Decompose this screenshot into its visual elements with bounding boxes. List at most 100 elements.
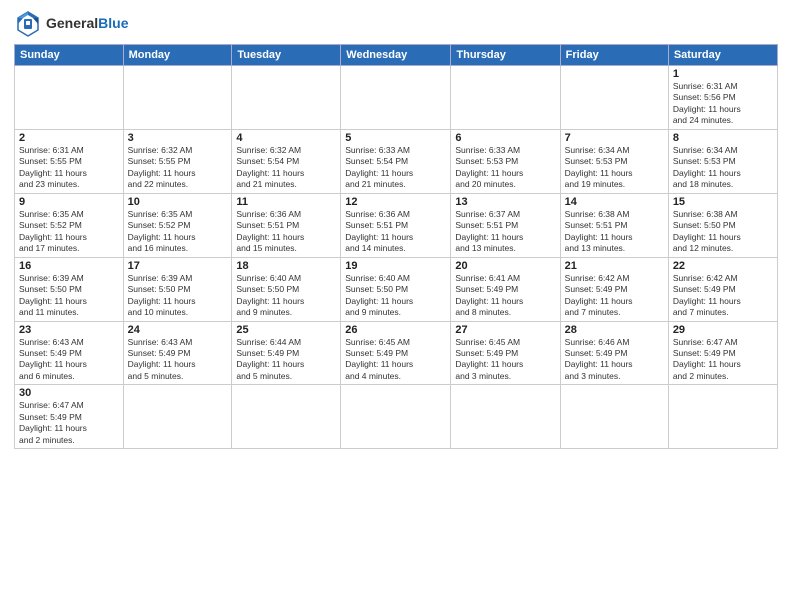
day-info: Sunrise: 6:32 AMSunset: 5:55 PMDaylight:… bbox=[128, 145, 228, 191]
day-number: 26 bbox=[345, 324, 446, 336]
table-row: 25Sunrise: 6:44 AMSunset: 5:49 PMDayligh… bbox=[232, 321, 341, 385]
day-info: Sunrise: 6:31 AMSunset: 5:56 PMDaylight:… bbox=[673, 81, 773, 127]
day-number: 13 bbox=[455, 196, 555, 208]
table-row: 15Sunrise: 6:38 AMSunset: 5:50 PMDayligh… bbox=[668, 193, 777, 257]
day-info: Sunrise: 6:46 AMSunset: 5:49 PMDaylight:… bbox=[565, 337, 664, 383]
table-row: 17Sunrise: 6:39 AMSunset: 5:50 PMDayligh… bbox=[123, 257, 232, 321]
table-row: 3Sunrise: 6:32 AMSunset: 5:55 PMDaylight… bbox=[123, 129, 232, 193]
header: GeneralBlue bbox=[14, 10, 778, 38]
logo: GeneralBlue bbox=[14, 10, 128, 38]
page: GeneralBlue Sunday Monday Tuesday Wednes… bbox=[0, 0, 792, 612]
table-row: 24Sunrise: 6:43 AMSunset: 5:49 PMDayligh… bbox=[123, 321, 232, 385]
day-info: Sunrise: 6:39 AMSunset: 5:50 PMDaylight:… bbox=[128, 273, 228, 319]
day-info: Sunrise: 6:36 AMSunset: 5:51 PMDaylight:… bbox=[345, 209, 446, 255]
day-info: Sunrise: 6:40 AMSunset: 5:50 PMDaylight:… bbox=[345, 273, 446, 319]
table-row: 26Sunrise: 6:45 AMSunset: 5:49 PMDayligh… bbox=[341, 321, 451, 385]
table-row bbox=[123, 66, 232, 130]
logo-text: GeneralBlue bbox=[46, 16, 128, 31]
day-number: 15 bbox=[673, 196, 773, 208]
table-row bbox=[668, 385, 777, 449]
day-info: Sunrise: 6:45 AMSunset: 5:49 PMDaylight:… bbox=[345, 337, 446, 383]
day-info: Sunrise: 6:37 AMSunset: 5:51 PMDaylight:… bbox=[455, 209, 555, 255]
table-row: 23Sunrise: 6:43 AMSunset: 5:49 PMDayligh… bbox=[15, 321, 124, 385]
day-number: 8 bbox=[673, 132, 773, 144]
day-info: Sunrise: 6:32 AMSunset: 5:54 PMDaylight:… bbox=[236, 145, 336, 191]
logo-icon bbox=[14, 10, 42, 38]
day-number: 5 bbox=[345, 132, 446, 144]
col-tuesday: Tuesday bbox=[232, 45, 341, 66]
day-info: Sunrise: 6:40 AMSunset: 5:50 PMDaylight:… bbox=[236, 273, 336, 319]
day-number: 10 bbox=[128, 196, 228, 208]
table-row: 12Sunrise: 6:36 AMSunset: 5:51 PMDayligh… bbox=[341, 193, 451, 257]
table-row bbox=[232, 385, 341, 449]
table-row bbox=[560, 385, 668, 449]
day-info: Sunrise: 6:35 AMSunset: 5:52 PMDaylight:… bbox=[128, 209, 228, 255]
col-wednesday: Wednesday bbox=[341, 45, 451, 66]
table-row: 19Sunrise: 6:40 AMSunset: 5:50 PMDayligh… bbox=[341, 257, 451, 321]
table-row bbox=[451, 66, 560, 130]
table-row bbox=[451, 385, 560, 449]
day-info: Sunrise: 6:38 AMSunset: 5:51 PMDaylight:… bbox=[565, 209, 664, 255]
day-info: Sunrise: 6:43 AMSunset: 5:49 PMDaylight:… bbox=[19, 337, 119, 383]
table-row bbox=[341, 66, 451, 130]
calendar-header-row: Sunday Monday Tuesday Wednesday Thursday… bbox=[15, 45, 778, 66]
day-number: 22 bbox=[673, 260, 773, 272]
table-row: 14Sunrise: 6:38 AMSunset: 5:51 PMDayligh… bbox=[560, 193, 668, 257]
table-row: 16Sunrise: 6:39 AMSunset: 5:50 PMDayligh… bbox=[15, 257, 124, 321]
day-number: 18 bbox=[236, 260, 336, 272]
table-row: 11Sunrise: 6:36 AMSunset: 5:51 PMDayligh… bbox=[232, 193, 341, 257]
day-number: 9 bbox=[19, 196, 119, 208]
table-row: 20Sunrise: 6:41 AMSunset: 5:49 PMDayligh… bbox=[451, 257, 560, 321]
day-info: Sunrise: 6:42 AMSunset: 5:49 PMDaylight:… bbox=[673, 273, 773, 319]
calendar-week-row: 16Sunrise: 6:39 AMSunset: 5:50 PMDayligh… bbox=[15, 257, 778, 321]
day-info: Sunrise: 6:33 AMSunset: 5:53 PMDaylight:… bbox=[455, 145, 555, 191]
day-number: 25 bbox=[236, 324, 336, 336]
day-info: Sunrise: 6:39 AMSunset: 5:50 PMDaylight:… bbox=[19, 273, 119, 319]
table-row bbox=[560, 66, 668, 130]
day-number: 2 bbox=[19, 132, 119, 144]
table-row: 21Sunrise: 6:42 AMSunset: 5:49 PMDayligh… bbox=[560, 257, 668, 321]
day-number: 30 bbox=[19, 387, 119, 399]
day-info: Sunrise: 6:34 AMSunset: 5:53 PMDaylight:… bbox=[565, 145, 664, 191]
table-row: 9Sunrise: 6:35 AMSunset: 5:52 PMDaylight… bbox=[15, 193, 124, 257]
day-number: 1 bbox=[673, 68, 773, 80]
day-info: Sunrise: 6:34 AMSunset: 5:53 PMDaylight:… bbox=[673, 145, 773, 191]
day-number: 4 bbox=[236, 132, 336, 144]
day-number: 23 bbox=[19, 324, 119, 336]
table-row: 2Sunrise: 6:31 AMSunset: 5:55 PMDaylight… bbox=[15, 129, 124, 193]
day-number: 19 bbox=[345, 260, 446, 272]
day-number: 17 bbox=[128, 260, 228, 272]
table-row: 4Sunrise: 6:32 AMSunset: 5:54 PMDaylight… bbox=[232, 129, 341, 193]
day-number: 29 bbox=[673, 324, 773, 336]
day-number: 16 bbox=[19, 260, 119, 272]
day-number: 24 bbox=[128, 324, 228, 336]
calendar-week-row: 2Sunrise: 6:31 AMSunset: 5:55 PMDaylight… bbox=[15, 129, 778, 193]
table-row: 29Sunrise: 6:47 AMSunset: 5:49 PMDayligh… bbox=[668, 321, 777, 385]
col-monday: Monday bbox=[123, 45, 232, 66]
day-number: 28 bbox=[565, 324, 664, 336]
table-row: 5Sunrise: 6:33 AMSunset: 5:54 PMDaylight… bbox=[341, 129, 451, 193]
day-info: Sunrise: 6:47 AMSunset: 5:49 PMDaylight:… bbox=[19, 400, 119, 446]
table-row: 6Sunrise: 6:33 AMSunset: 5:53 PMDaylight… bbox=[451, 129, 560, 193]
table-row: 22Sunrise: 6:42 AMSunset: 5:49 PMDayligh… bbox=[668, 257, 777, 321]
table-row: 27Sunrise: 6:45 AMSunset: 5:49 PMDayligh… bbox=[451, 321, 560, 385]
day-info: Sunrise: 6:47 AMSunset: 5:49 PMDaylight:… bbox=[673, 337, 773, 383]
table-row: 28Sunrise: 6:46 AMSunset: 5:49 PMDayligh… bbox=[560, 321, 668, 385]
day-info: Sunrise: 6:36 AMSunset: 5:51 PMDaylight:… bbox=[236, 209, 336, 255]
day-info: Sunrise: 6:35 AMSunset: 5:52 PMDaylight:… bbox=[19, 209, 119, 255]
table-row bbox=[123, 385, 232, 449]
table-row: 7Sunrise: 6:34 AMSunset: 5:53 PMDaylight… bbox=[560, 129, 668, 193]
day-number: 20 bbox=[455, 260, 555, 272]
col-sunday: Sunday bbox=[15, 45, 124, 66]
day-number: 14 bbox=[565, 196, 664, 208]
day-number: 21 bbox=[565, 260, 664, 272]
col-friday: Friday bbox=[560, 45, 668, 66]
table-row: 13Sunrise: 6:37 AMSunset: 5:51 PMDayligh… bbox=[451, 193, 560, 257]
calendar-week-row: 1Sunrise: 6:31 AMSunset: 5:56 PMDaylight… bbox=[15, 66, 778, 130]
table-row bbox=[341, 385, 451, 449]
table-row: 8Sunrise: 6:34 AMSunset: 5:53 PMDaylight… bbox=[668, 129, 777, 193]
table-row: 30Sunrise: 6:47 AMSunset: 5:49 PMDayligh… bbox=[15, 385, 124, 449]
calendar-week-row: 23Sunrise: 6:43 AMSunset: 5:49 PMDayligh… bbox=[15, 321, 778, 385]
calendar-week-row: 9Sunrise: 6:35 AMSunset: 5:52 PMDaylight… bbox=[15, 193, 778, 257]
table-row bbox=[15, 66, 124, 130]
